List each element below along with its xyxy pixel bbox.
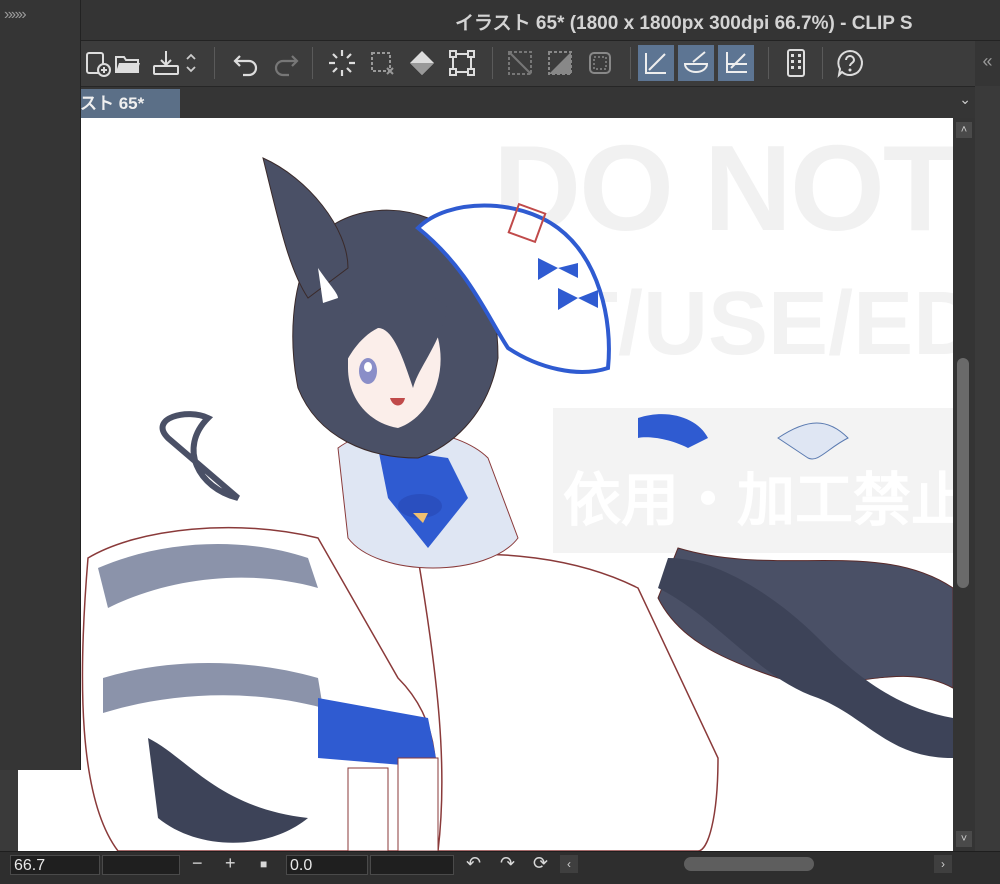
snap-special-ruler-button[interactable] bbox=[678, 45, 714, 81]
toolbar-separator bbox=[768, 47, 769, 79]
fit-screen-button[interactable]: ■ bbox=[260, 857, 267, 871]
snap-grid-button[interactable] bbox=[718, 45, 754, 81]
toolbar-separator bbox=[630, 47, 631, 79]
scroll-up-button[interactable]: ˄ bbox=[956, 122, 972, 138]
toolbar-separator bbox=[822, 47, 823, 79]
open-file-icon bbox=[115, 56, 140, 73]
clear-button[interactable] bbox=[324, 45, 360, 81]
help-icon bbox=[837, 49, 863, 78]
smartphone-button[interactable] bbox=[778, 45, 814, 81]
save-options-button[interactable] bbox=[184, 45, 198, 81]
tab-illustration[interactable]: スト 65* bbox=[80, 89, 180, 118]
toolbar-separator bbox=[312, 47, 313, 79]
transform-button[interactable] bbox=[444, 45, 480, 81]
reset-rotation-button[interactable]: ⟳ bbox=[533, 853, 548, 874]
zoom-slider[interactable] bbox=[102, 855, 180, 875]
status-bar: 66.7 − + ■ 0.0 ↶ ↷ ⟳ ‹ › bbox=[0, 851, 1000, 884]
toolbar-separator bbox=[214, 47, 215, 79]
zoom-in-button[interactable]: + bbox=[225, 853, 236, 874]
scroll-down-button[interactable]: ˅ bbox=[956, 831, 972, 847]
rotation-field[interactable]: 0.0 bbox=[286, 855, 368, 875]
fill-button[interactable] bbox=[404, 45, 440, 81]
clear-selection-button[interactable] bbox=[502, 45, 538, 81]
snap-grid-icon bbox=[726, 52, 747, 73]
transform-icon bbox=[449, 50, 475, 76]
right-panel-collapse-icon[interactable]: « bbox=[975, 41, 1000, 86]
help-button[interactable] bbox=[832, 45, 868, 81]
right-panel-strip bbox=[975, 87, 1000, 883]
character-illustration bbox=[81, 157, 953, 851]
save-button[interactable] bbox=[148, 45, 184, 81]
deselect-icon bbox=[371, 52, 394, 75]
clear-selection-icon bbox=[508, 51, 532, 75]
chevron-updown-icon bbox=[186, 53, 196, 73]
open-file-button[interactable] bbox=[110, 45, 146, 81]
deselect-button[interactable] bbox=[364, 45, 400, 81]
tab-menu-chevron-icon[interactable]: ⌄ bbox=[959, 91, 971, 108]
zoom-out-button[interactable]: − bbox=[192, 853, 203, 874]
rotate-right-button[interactable]: ↷ bbox=[500, 853, 515, 874]
title-bar: イラスト 65* (1800 x 1800px 300dpi 66.7%) - … bbox=[0, 0, 1000, 41]
new-canvas-icon bbox=[86, 52, 111, 77]
vertical-scrollbar[interactable]: ˄ ˅ bbox=[953, 118, 975, 851]
redo-button[interactable] bbox=[268, 45, 304, 81]
undo-button[interactable] bbox=[228, 45, 264, 81]
snap-ruler-button[interactable] bbox=[638, 45, 674, 81]
panel-collapse-icon[interactable]: »»» bbox=[4, 6, 27, 24]
command-bar bbox=[80, 41, 975, 87]
smartphone-icon bbox=[787, 49, 805, 77]
show-selection-icon bbox=[589, 52, 611, 74]
fill-icon bbox=[410, 51, 434, 75]
rotate-left-button[interactable]: ↶ bbox=[466, 853, 481, 874]
save-icon bbox=[153, 51, 179, 75]
loading-spinner-icon bbox=[329, 50, 355, 76]
window-title: イラスト 65* (1800 x 1800px 300dpi 66.7%) - … bbox=[455, 13, 913, 34]
horizontal-scroll-thumb[interactable] bbox=[684, 857, 814, 871]
zoom-field[interactable]: 66.7 bbox=[10, 855, 100, 875]
redo-icon bbox=[274, 55, 299, 77]
invert-selection-icon bbox=[548, 51, 572, 75]
undo-icon bbox=[233, 55, 258, 77]
show-selection-button[interactable] bbox=[582, 45, 618, 81]
scroll-left-button[interactable]: ‹ bbox=[560, 855, 578, 873]
vertical-scroll-thumb[interactable] bbox=[957, 358, 969, 588]
left-panel: »»» bbox=[0, 0, 81, 770]
scroll-right-button[interactable]: › bbox=[934, 855, 952, 873]
canvas[interactable]: DO NOT ST/USE/EDIT 依用・加工禁止 bbox=[18, 118, 953, 851]
toolbar-separator bbox=[492, 47, 493, 79]
snap-ruler-icon bbox=[645, 53, 666, 74]
invert-selection-button[interactable] bbox=[542, 45, 578, 81]
rotation-slider[interactable] bbox=[370, 855, 454, 875]
snap-special-ruler-icon bbox=[683, 51, 709, 73]
document-tabbar: スト 65* ⌄ bbox=[80, 87, 975, 118]
